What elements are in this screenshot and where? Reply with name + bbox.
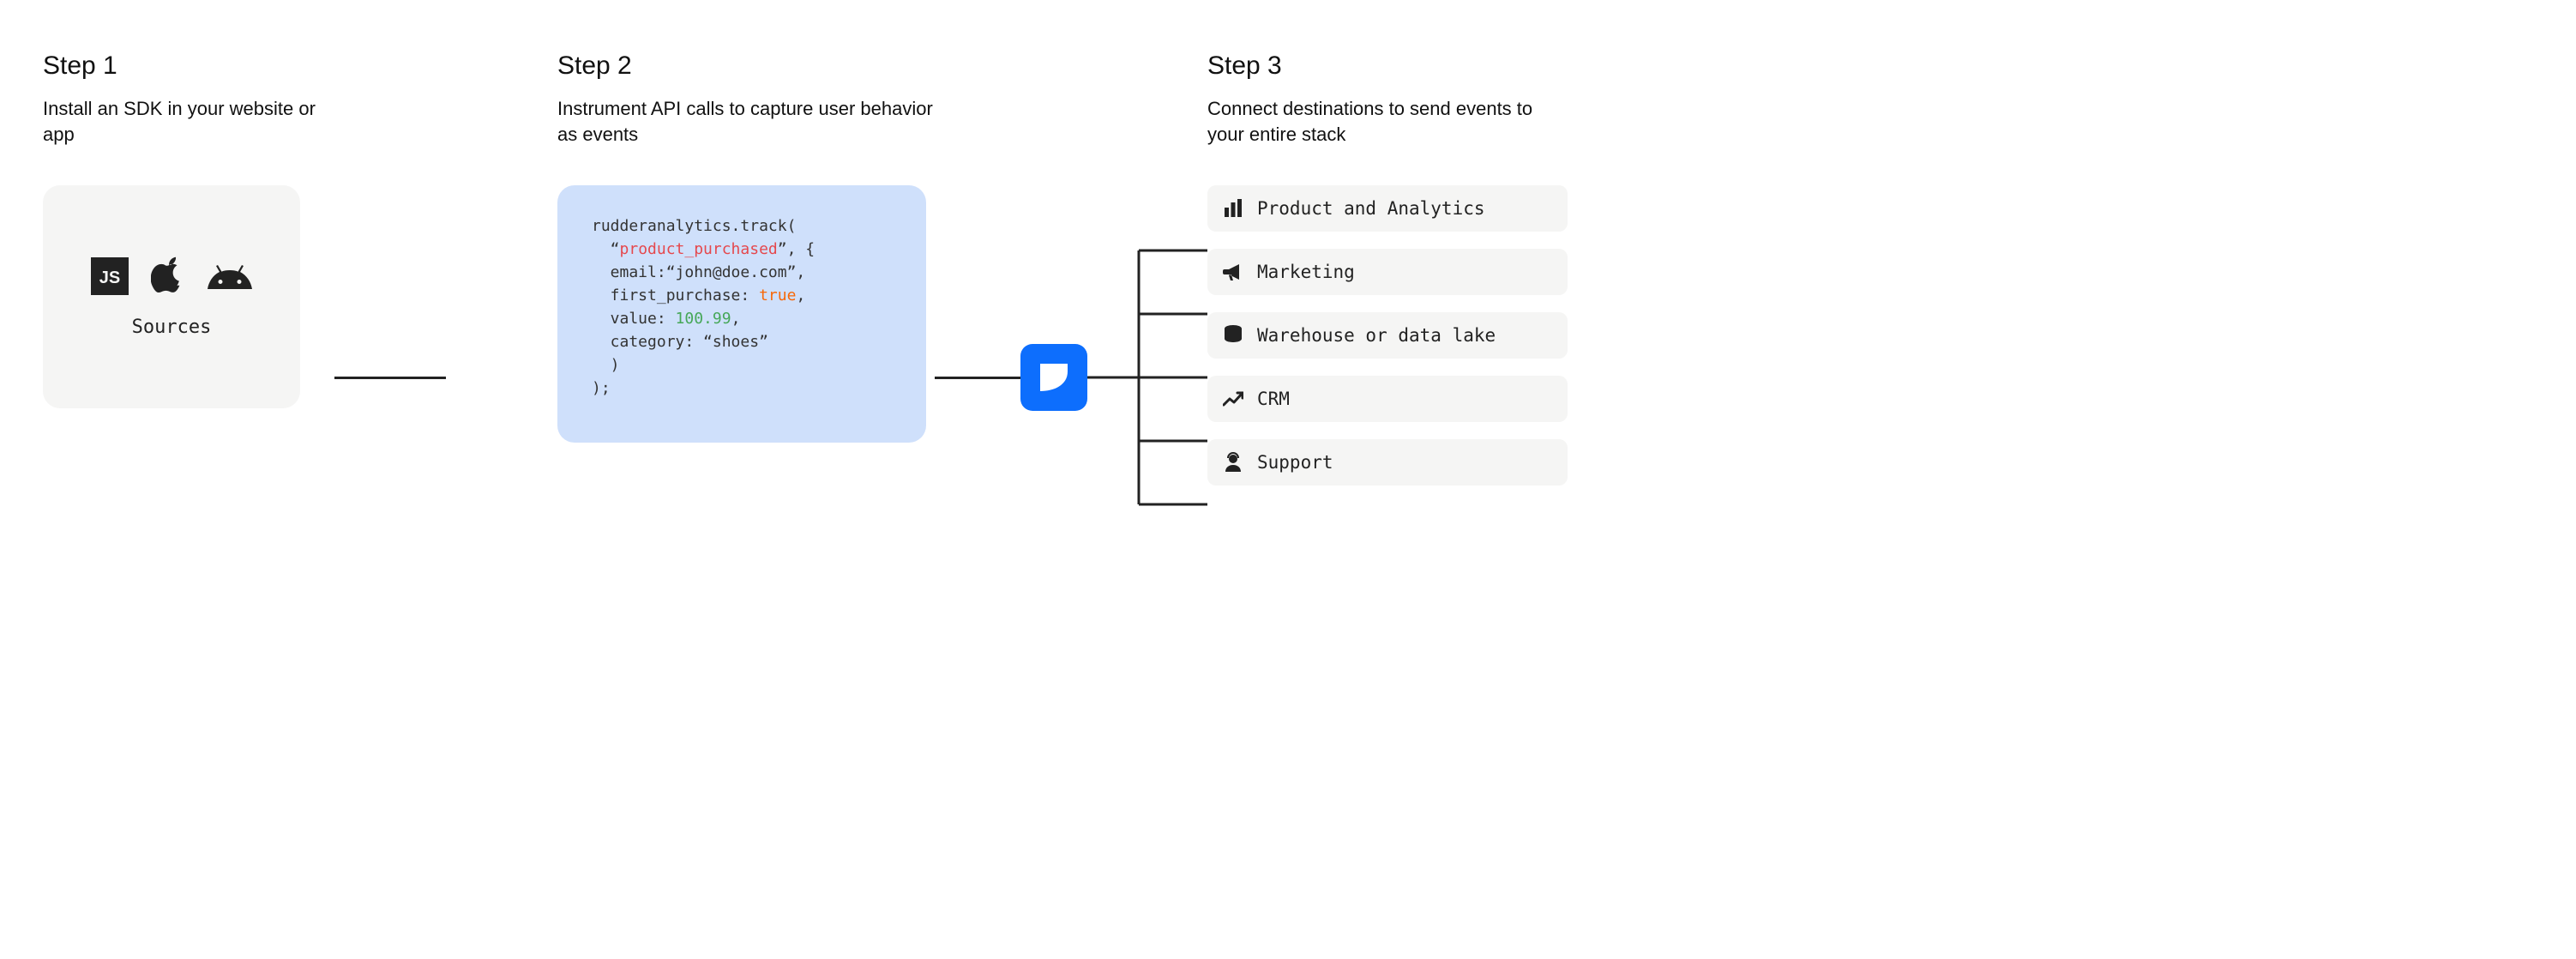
code-token-string: product_purchased: [620, 240, 778, 258]
fanout-lines: [1087, 223, 1207, 532]
svg-text:JS: JS: [99, 268, 120, 287]
headset-icon: [1223, 452, 1243, 473]
destination-support: Support: [1207, 439, 1568, 486]
connector-fanout: [1087, 223, 1207, 532]
destination-label: Warehouse or data lake: [1257, 325, 1496, 346]
step-2-desc: Instrument API calls to capture user beh…: [557, 96, 935, 151]
sources-icons-row: JS: [91, 256, 252, 296]
code-token-bool: true: [759, 286, 796, 305]
sources-card: JS Sources: [43, 185, 300, 408]
brand-node: [1020, 344, 1087, 411]
destination-label: Support: [1257, 452, 1333, 473]
flow-diagram: Step 1 Install an SDK in your website or…: [43, 51, 2533, 532]
code-line: ,: [796, 286, 805, 305]
trend-up-icon: [1223, 391, 1243, 407]
destination-marketing: Marketing: [1207, 249, 1568, 295]
rudderstack-logo-icon: [1020, 344, 1087, 411]
code-token-number: 100.99: [676, 310, 731, 328]
code-line: email:“john@doe.com”,: [592, 263, 805, 281]
megaphone-icon: [1223, 262, 1243, 281]
connector-2: [935, 377, 1020, 379]
step-2-title: Step 2: [557, 51, 935, 81]
code-line: ): [592, 356, 620, 374]
apple-icon: [151, 256, 185, 296]
connector-line: [935, 377, 1020, 379]
step-2-column: Step 2 Instrument API calls to capture u…: [557, 51, 935, 443]
code-line: “: [592, 240, 620, 258]
destination-warehouse: Warehouse or data lake: [1207, 312, 1568, 359]
code-line: rudderanalytics.track(: [592, 217, 796, 235]
step-1-desc: Install an SDK in your website or app: [43, 96, 334, 151]
step-1-column: Step 1 Install an SDK in your website or…: [43, 51, 334, 408]
code-card: rudderanalytics.track( “product_purchase…: [557, 185, 926, 443]
destination-label: Marketing: [1257, 262, 1355, 282]
step-1-title: Step 1: [43, 51, 334, 81]
android-icon: [208, 262, 252, 291]
destination-crm: CRM: [1207, 376, 1568, 422]
step-3-column: Step 3 Connect destinations to send even…: [1207, 51, 1568, 486]
connector-line: [334, 377, 446, 379]
sources-label: Sources: [132, 317, 212, 338]
code-line: category: “shoes”: [592, 333, 768, 351]
destination-label: CRM: [1257, 389, 1290, 409]
step-3-desc: Connect destinations to send events to y…: [1207, 96, 1568, 151]
code-line: ,: [731, 310, 741, 328]
code-line: value:: [592, 310, 676, 328]
step-3-title: Step 3: [1207, 51, 1568, 81]
database-icon: [1223, 325, 1243, 346]
connector-1: [334, 377, 446, 379]
destination-product-analytics: Product and Analytics: [1207, 185, 1568, 232]
javascript-icon: JS: [91, 257, 129, 295]
code-line: ”, {: [778, 240, 815, 258]
destination-label: Product and Analytics: [1257, 198, 1485, 219]
chart-bar-icon: [1223, 199, 1243, 218]
code-line: );: [592, 379, 611, 397]
code-line: first_purchase:: [592, 286, 759, 305]
destinations-list: Product and Analytics Marketing Warehous…: [1207, 185, 1568, 486]
